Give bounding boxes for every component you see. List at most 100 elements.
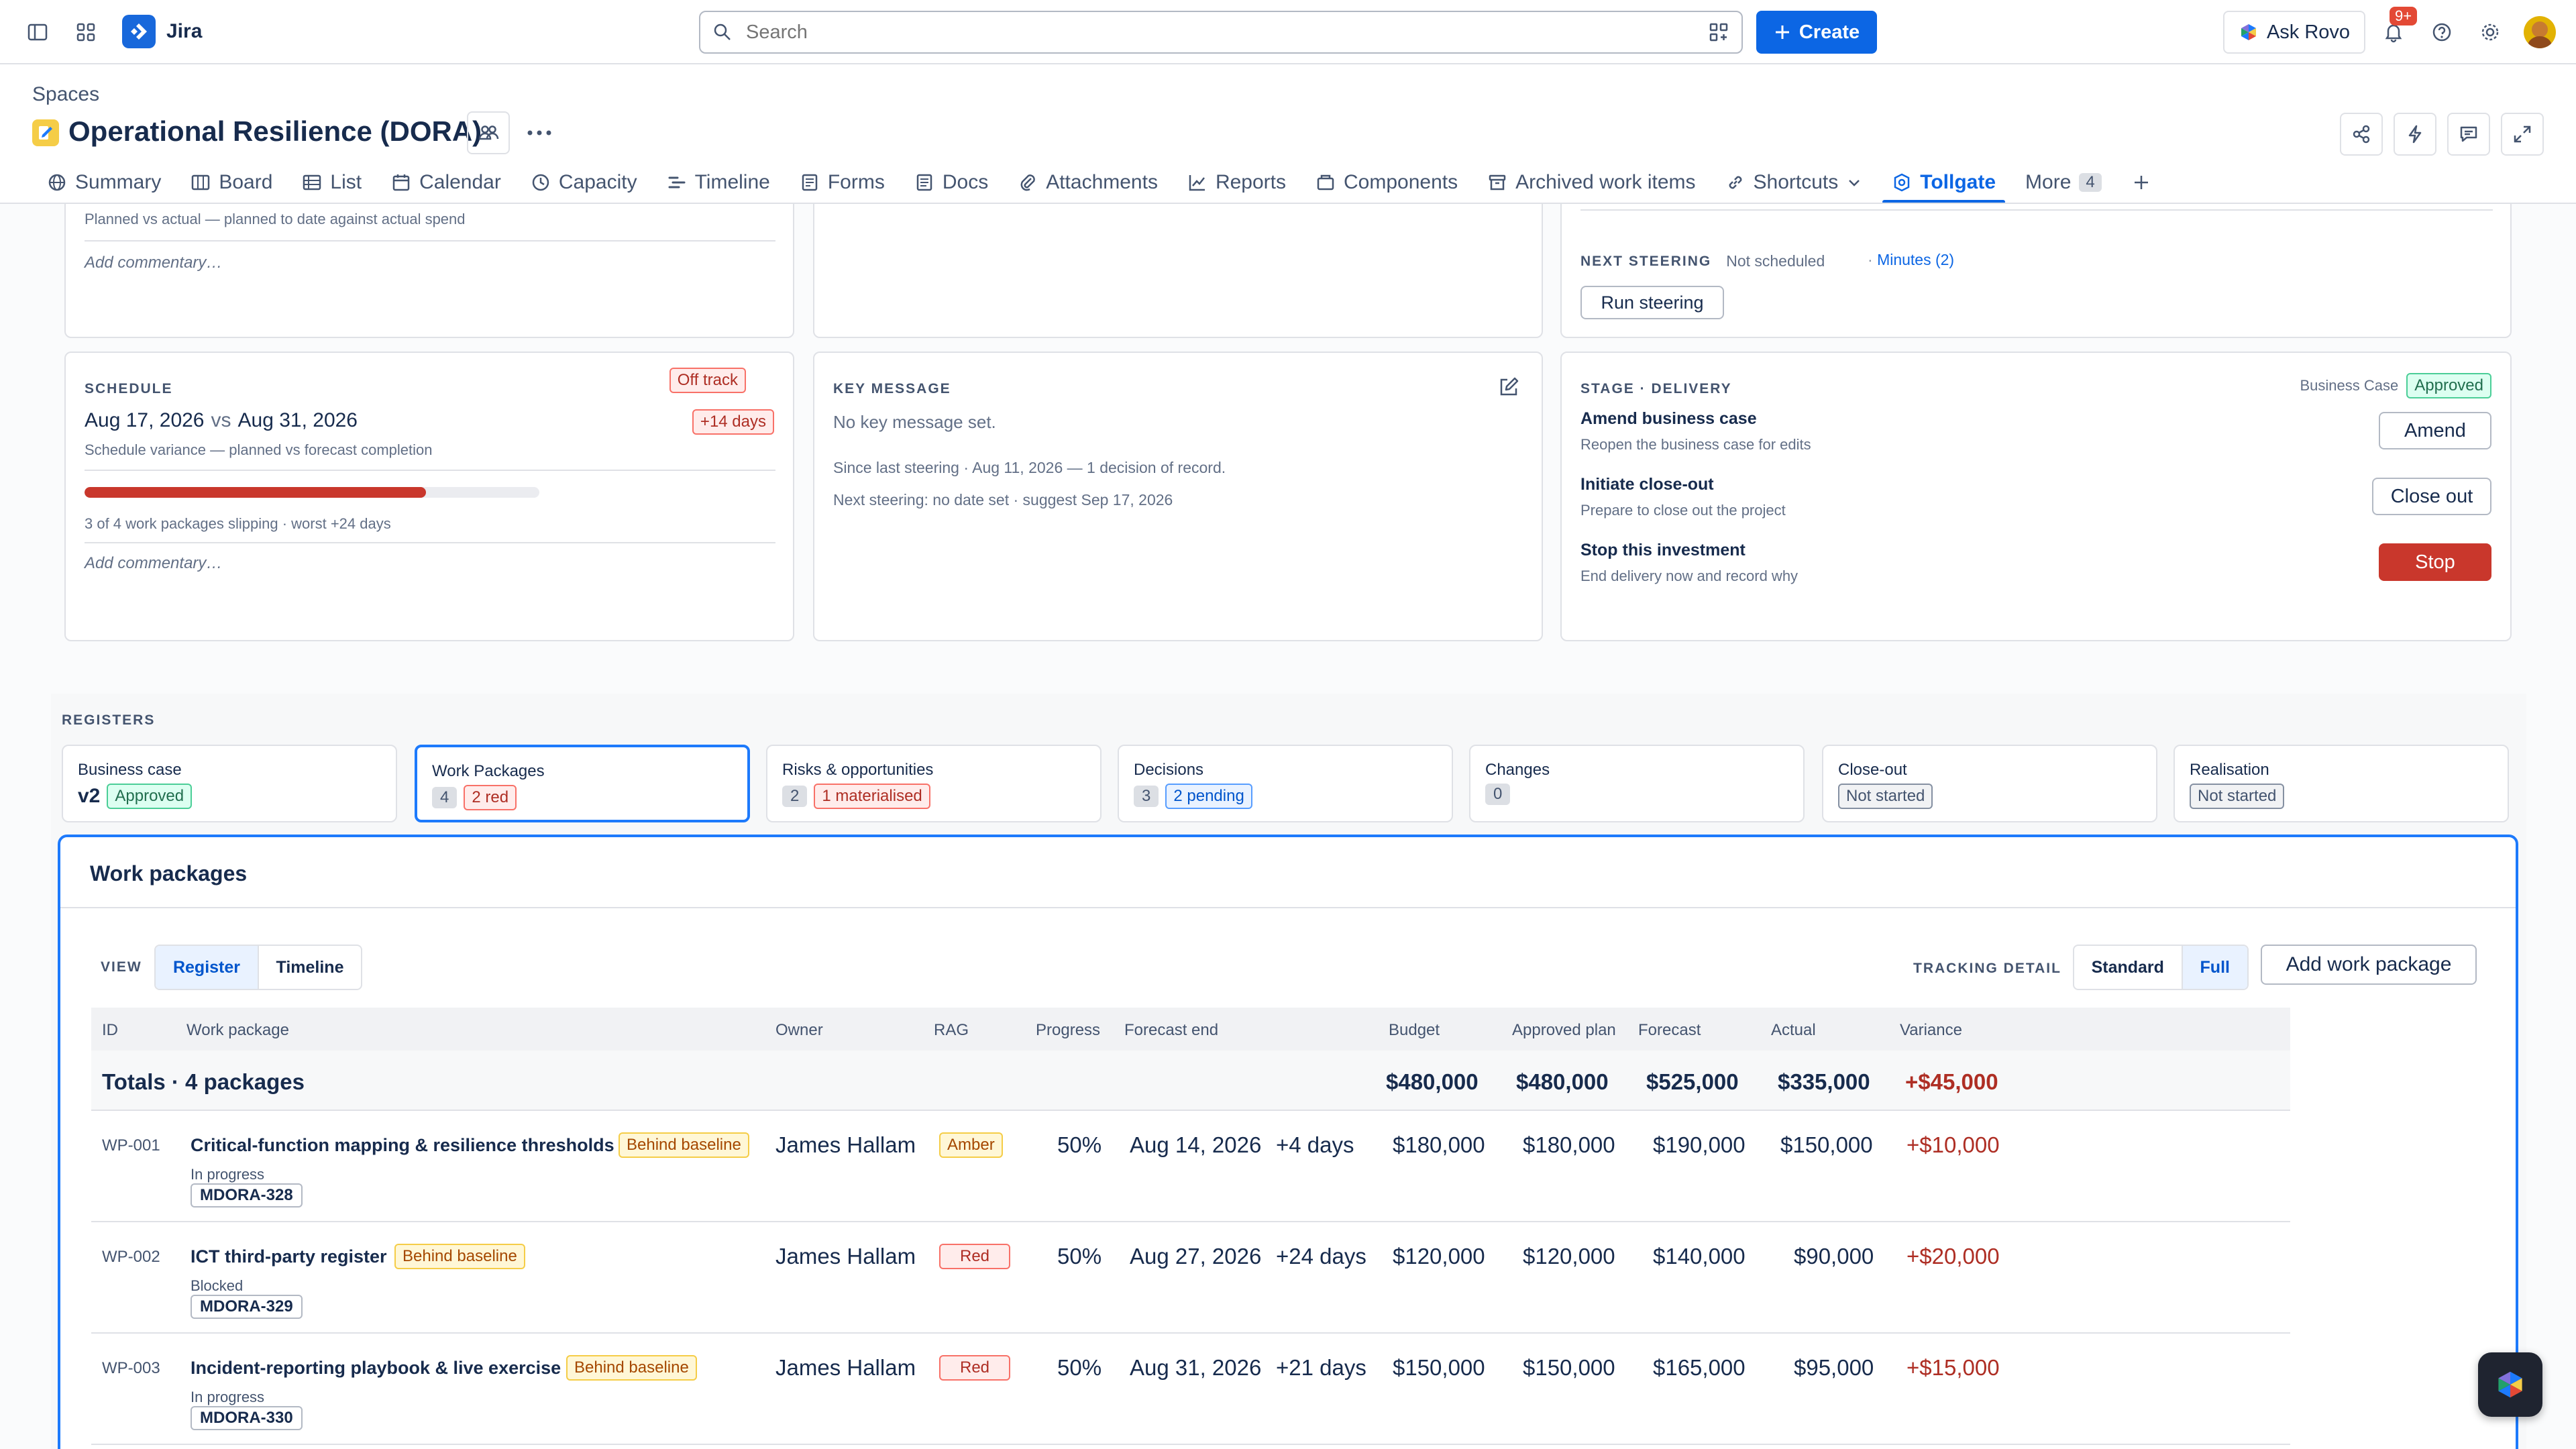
chevron-down-icon <box>1846 174 1862 191</box>
tab-archived-work-items[interactable]: Archived work items <box>1472 162 1710 203</box>
page-title: Operational Resilience (DORA) <box>68 115 482 147</box>
create-button[interactable]: Create <box>1756 11 1877 54</box>
register-tile-realisation[interactable]: Realisation Not started <box>2174 745 2509 822</box>
run-steering-button[interactable]: Run steering <box>1580 286 1724 319</box>
forecast: $190,000 <box>1653 1132 1746 1157</box>
search-input[interactable] <box>746 21 1672 44</box>
edit-icon[interactable] <box>1497 376 1520 398</box>
tab-components[interactable]: Components <box>1301 162 1472 203</box>
tile-values: 3 2 pending <box>1134 784 1252 809</box>
column-header-progress: Progress <box>1036 1021 1101 1039</box>
issue-key[interactable]: MDORA-330 <box>191 1406 303 1430</box>
key-message-text: No key message set. <box>833 412 996 432</box>
action-description: Reopen the business case for edits <box>1580 436 1811 453</box>
sidebar-toggle-icon[interactable] <box>19 13 56 51</box>
progress: 50% <box>1057 1132 1102 1157</box>
register-tile-decisions[interactable]: Decisions 3 2 pending <box>1118 745 1453 822</box>
column-header-approved-plan: Approved plan <box>1512 1021 1616 1039</box>
totals-forecast: $525,000 <box>1646 1069 1739 1094</box>
budget-card: Planned vs actual — planned to date agai… <box>64 204 794 338</box>
tab-board[interactable]: Board <box>176 162 287 203</box>
view-register-option[interactable]: Register <box>156 946 258 989</box>
tab-label: Summary <box>75 171 162 193</box>
tab-label: Calendar <box>419 171 501 193</box>
tab-timeline[interactable]: Timeline <box>652 162 785 203</box>
stop-button[interactable]: Stop <box>2379 543 2491 581</box>
column-header-work-package: Work package <box>186 1021 289 1039</box>
add-tab-button[interactable] <box>2116 162 2166 203</box>
project-tabs: Summary Board List Calendar Capacity Tim… <box>32 162 2166 204</box>
stage-caption: STAGE · DELIVERY <box>1580 381 1732 396</box>
automation-button[interactable] <box>2394 113 2436 156</box>
tab-list[interactable]: List <box>287 162 376 203</box>
tab-forms[interactable]: Forms <box>785 162 900 203</box>
tracking-standard-option[interactable]: Standard <box>2074 946 2182 989</box>
register-tile-business-case[interactable]: Business case v2 Approved <box>62 745 397 822</box>
filter-icon[interactable] <box>1708 21 1729 43</box>
register-tile-close-out[interactable]: Close-out Not started <box>1822 745 2157 822</box>
actual: $150,000 <box>1780 1132 1873 1157</box>
close-out-button[interactable]: Close out <box>2372 478 2491 515</box>
tab-attachments[interactable]: Attachments <box>1003 162 1173 203</box>
breadcrumb[interactable]: Spaces <box>32 83 99 106</box>
column-header-variance: Variance <box>1900 1021 1962 1039</box>
clock-icon <box>531 172 551 193</box>
more-actions-icon[interactable] <box>523 121 555 145</box>
owner: James Hallam <box>775 1244 916 1269</box>
action-description: End delivery now and record why <box>1580 568 1799 584</box>
progress: 50% <box>1057 1244 1102 1269</box>
tab-reports[interactable]: Reports <box>1173 162 1301 203</box>
tab-tollgate[interactable]: Tollgate <box>1877 162 2010 204</box>
issue-key[interactable]: MDORA-329 <box>191 1295 303 1319</box>
budget-commentary[interactable]: Add commentary… <box>85 254 222 272</box>
table-row[interactable] <box>91 1222 2290 1334</box>
baseline-flag: Behind baseline <box>619 1132 749 1158</box>
project-icon <box>32 119 59 146</box>
register-tile-work-packages[interactable]: Work Packages 4 2 red <box>415 745 750 822</box>
middle-top-card <box>813 204 1543 338</box>
minutes-link[interactable]: · Minutes (2) <box>1868 251 1954 269</box>
search-box[interactable] <box>699 11 1743 54</box>
search-icon <box>712 22 733 42</box>
business-case-status: Business Case Approved <box>2300 373 2491 398</box>
avatar[interactable] <box>2524 16 2556 48</box>
schedule-subtitle: Schedule variance — planned vs forecast … <box>85 441 433 458</box>
divider <box>85 470 775 471</box>
tab-calendar[interactable]: Calendar <box>376 162 516 203</box>
app-switcher-icon[interactable] <box>67 13 105 51</box>
register-tile-risks[interactable]: Risks & opportunities 2 1 materialised <box>766 745 1102 822</box>
feedback-button[interactable] <box>2447 113 2490 156</box>
next-steering-suggestion: Next steering: no date set · suggest Sep… <box>833 491 1173 508</box>
work-package-name[interactable]: ICT third-party register <box>191 1246 387 1267</box>
help-icon[interactable] <box>2423 13 2461 51</box>
team-button[interactable] <box>467 111 510 154</box>
work-package-name[interactable]: Critical-function mapping & resilience t… <box>191 1135 614 1156</box>
fullscreen-button[interactable] <box>2501 113 2544 156</box>
schedule-commentary[interactable]: Add commentary… <box>85 554 222 573</box>
tab-label: Tollgate <box>1920 171 1996 193</box>
work-package-name[interactable]: Incident-reporting playbook & live exerc… <box>191 1358 561 1379</box>
globe-icon <box>47 172 67 193</box>
comment-icon <box>2459 124 2479 144</box>
approved-plan: $150,000 <box>1523 1355 1615 1380</box>
tile-value: 2 <box>782 786 808 807</box>
table-row[interactable] <box>91 1111 2290 1222</box>
register-tile-changes[interactable]: Changes 0 <box>1469 745 1805 822</box>
ask-rovo-button[interactable]: Ask Rovo <box>2223 11 2365 54</box>
add-work-package-button[interactable]: Add work package <box>2261 945 2477 985</box>
gear-icon[interactable] <box>2471 13 2509 51</box>
table-row[interactable] <box>91 1334 2290 1445</box>
tab-more[interactable]: More 4 <box>2010 162 2116 203</box>
tab-shortcuts[interactable]: Shortcuts <box>1711 162 1878 203</box>
tab-summary[interactable]: Summary <box>32 162 176 203</box>
rovo-chat-button[interactable] <box>2478 1352 2542 1417</box>
issue-key[interactable]: MDORA-328 <box>191 1183 303 1208</box>
tab-capacity[interactable]: Capacity <box>516 162 652 203</box>
amend-button[interactable]: Amend <box>2379 412 2491 449</box>
tracking-full-option[interactable]: Full <box>2181 946 2247 989</box>
jira-logo[interactable]: Jira <box>122 15 202 48</box>
share-button[interactable] <box>2340 113 2383 156</box>
view-timeline-option[interactable]: Timeline <box>258 946 361 989</box>
approved-plan: $180,000 <box>1523 1132 1615 1157</box>
tab-docs[interactable]: Docs <box>900 162 1003 203</box>
